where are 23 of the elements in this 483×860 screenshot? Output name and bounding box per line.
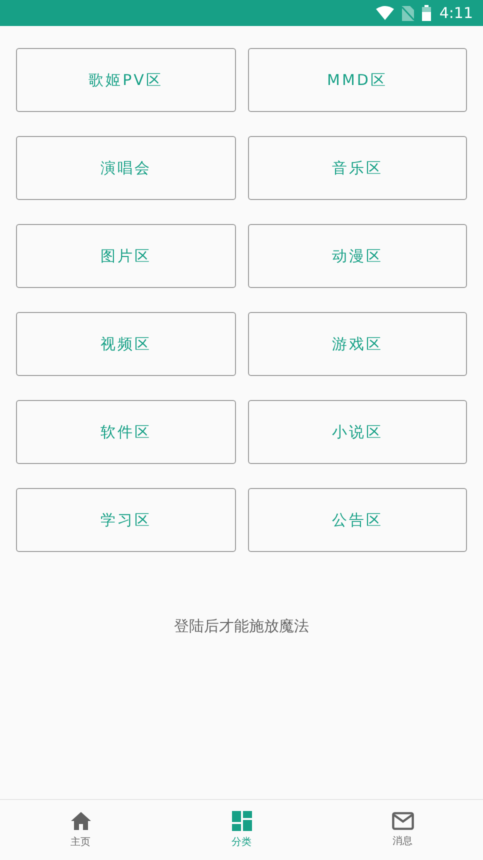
home-icon xyxy=(70,811,92,831)
nav-tab[interactable]: 消息 xyxy=(322,800,483,860)
nav-tab[interactable]: 分类 xyxy=(161,800,322,860)
login-hint: 登陆后才能施放魔法 xyxy=(174,617,309,635)
no-sim-icon xyxy=(402,6,414,20)
category-button[interactable]: 演唱会 xyxy=(16,136,236,200)
category-button[interactable]: 公告区 xyxy=(248,488,467,552)
wifi-icon xyxy=(376,6,394,20)
dashboard-icon xyxy=(232,811,252,831)
category-button[interactable]: 软件区 xyxy=(16,400,236,464)
category-button[interactable]: 学习区 xyxy=(16,488,236,552)
category-button[interactable]: 动漫区 xyxy=(248,224,467,288)
category-button[interactable]: MMD区 xyxy=(248,48,467,112)
category-button[interactable]: 图片区 xyxy=(16,224,236,288)
category-button[interactable]: 歌姬PV区 xyxy=(16,48,236,112)
category-button[interactable]: 游戏区 xyxy=(248,312,467,376)
status-time: 4:11 xyxy=(439,4,473,22)
category-button[interactable]: 小说区 xyxy=(248,400,467,464)
nav-tab[interactable]: 主页 xyxy=(0,800,161,860)
mail-icon xyxy=(392,812,414,830)
battery-icon xyxy=(422,5,432,21)
category-button[interactable]: 音乐区 xyxy=(248,136,467,200)
category-button[interactable]: 视频区 xyxy=(16,312,236,376)
